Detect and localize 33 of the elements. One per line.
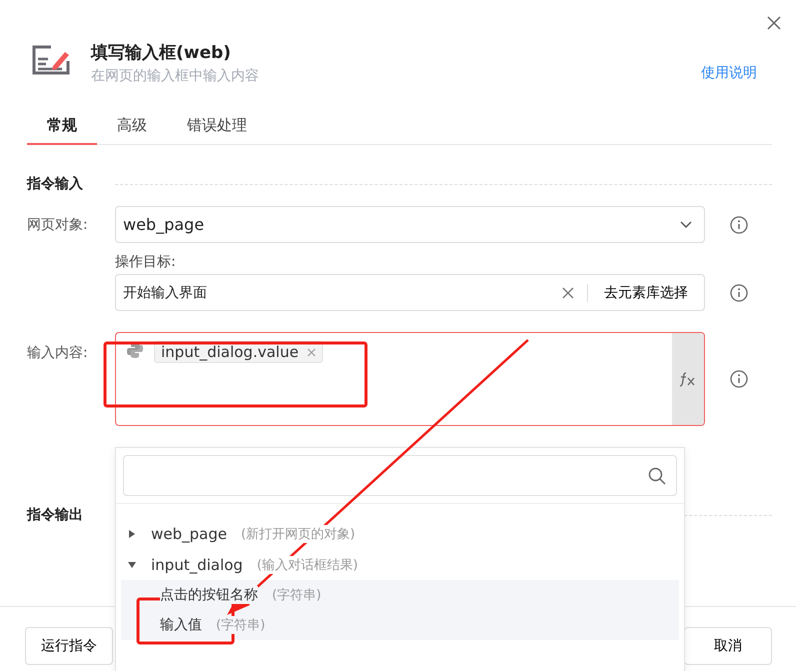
- info-icon[interactable]: [730, 370, 748, 388]
- edit-form-icon: [31, 44, 71, 76]
- target-field[interactable]: 开始输入界面 去元素库选择: [115, 274, 705, 311]
- field-label: 操作目标:: [115, 253, 176, 271]
- caret-down-icon[interactable]: [128, 560, 136, 568]
- tree-item[interactable]: 点击的按钮名称 (字符串): [121, 580, 679, 610]
- tree-item[interactable]: input_dialog (输入对话框结果): [116, 549, 684, 580]
- section-title: 指令输入: [27, 175, 84, 193]
- chevron-down-icon: [680, 220, 692, 228]
- footer-button[interactable]: 运行指令: [25, 627, 113, 665]
- section-title: 指令输出: [27, 506, 84, 524]
- info-icon[interactable]: [730, 216, 748, 234]
- info-icon[interactable]: [730, 284, 748, 302]
- footer-button[interactable]: 取消: [684, 627, 772, 665]
- close-button[interactable]: [767, 16, 781, 30]
- element-library-button[interactable]: 去元素库选择: [588, 284, 704, 302]
- dialog-subtitle: 在网页的输入框中输入内容: [91, 67, 260, 85]
- clear-icon[interactable]: [562, 286, 574, 298]
- field-label: 网页对象:: [27, 216, 89, 234]
- help-link[interactable]: 使用说明: [701, 64, 757, 82]
- tree-item[interactable]: 输入值 (字符串): [121, 610, 679, 640]
- page-object-select[interactable]: web_page: [115, 206, 705, 243]
- dialog-title: 填写输入框(web): [91, 42, 232, 64]
- tab[interactable]: 错误处理: [167, 113, 267, 145]
- tab[interactable]: 高级: [97, 113, 167, 145]
- field-label: 输入内容:: [27, 344, 89, 362]
- search-icon: [648, 466, 666, 484]
- content-input-field[interactable]: input_dialog.value: [115, 332, 705, 426]
- tree-item[interactable]: web_page (新打开网页的对象): [116, 518, 684, 549]
- tab[interactable]: 常规: [27, 113, 97, 145]
- caret-right-icon[interactable]: [128, 530, 136, 538]
- search-field[interactable]: [123, 455, 677, 496]
- remove-icon[interactable]: [306, 348, 316, 356]
